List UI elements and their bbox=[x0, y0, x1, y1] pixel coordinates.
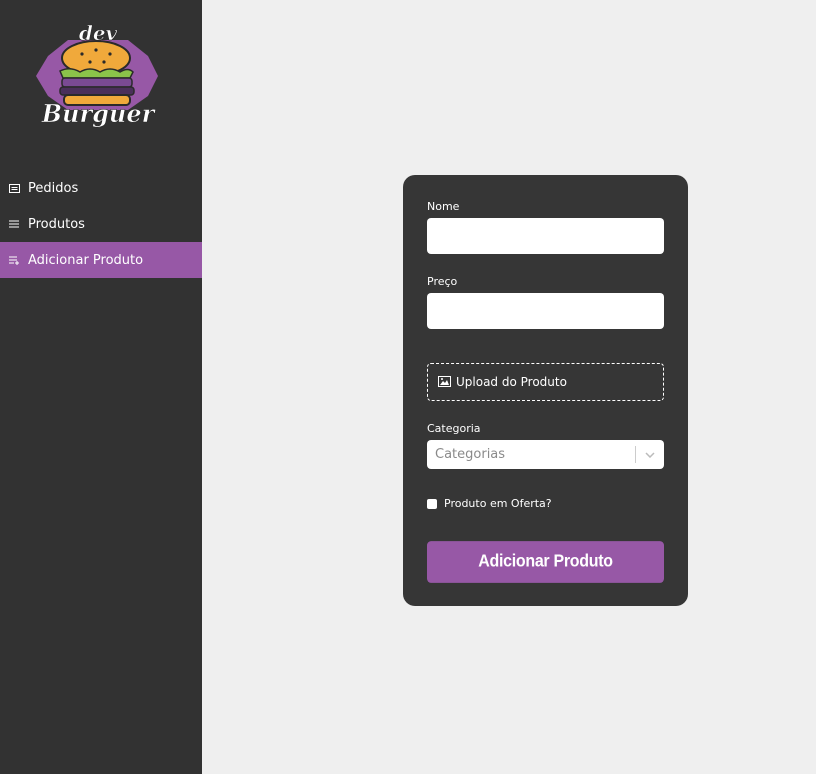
receipt-icon bbox=[8, 182, 20, 194]
offer-row: Produto em Oferta? bbox=[427, 497, 552, 510]
sidebar-item-pedidos[interactable]: Pedidos bbox=[0, 170, 202, 206]
logo-burguer-text: Burguer bbox=[41, 99, 157, 128]
logo-dev-text: dev bbox=[79, 21, 118, 45]
add-product-button[interactable]: Adicionar Produto bbox=[427, 541, 664, 583]
sidebar-item-produtos[interactable]: Produtos bbox=[0, 206, 202, 242]
dev-burguer-logo: dev Burguer bbox=[36, 21, 158, 128]
playlist-add-icon bbox=[8, 254, 20, 266]
upload-label: Upload do Produto bbox=[456, 375, 567, 389]
sidebar-item-label: Adicionar Produto bbox=[28, 252, 144, 268]
list-icon bbox=[8, 218, 20, 230]
category-placeholder: Categorias bbox=[435, 447, 506, 462]
add-product-form: Nome Preço Upload do Produto Categoria C… bbox=[403, 175, 688, 606]
sidebar-item-adicionar-produto[interactable]: Adicionar Produto bbox=[0, 242, 202, 278]
category-label: Categoria bbox=[427, 422, 481, 435]
offer-label: Produto em Oferta? bbox=[444, 497, 552, 510]
sidebar-item-label: Produtos bbox=[28, 216, 85, 232]
price-label: Preço bbox=[427, 275, 458, 288]
sidebar: dev Burguer Pedidos Produtos Adicionar P… bbox=[0, 0, 202, 774]
offer-checkbox[interactable] bbox=[427, 498, 437, 509]
sidebar-item-label: Pedidos bbox=[28, 180, 79, 196]
price-input[interactable] bbox=[427, 293, 664, 329]
chevron-down-icon[interactable] bbox=[636, 440, 664, 469]
category-select[interactable]: Categorias bbox=[427, 440, 664, 469]
image-icon bbox=[438, 376, 452, 388]
name-label: Nome bbox=[427, 200, 460, 213]
name-input[interactable] bbox=[427, 218, 664, 254]
upload-product-button[interactable]: Upload do Produto bbox=[427, 363, 664, 401]
sidebar-nav: Pedidos Produtos Adicionar Produto bbox=[0, 170, 202, 278]
